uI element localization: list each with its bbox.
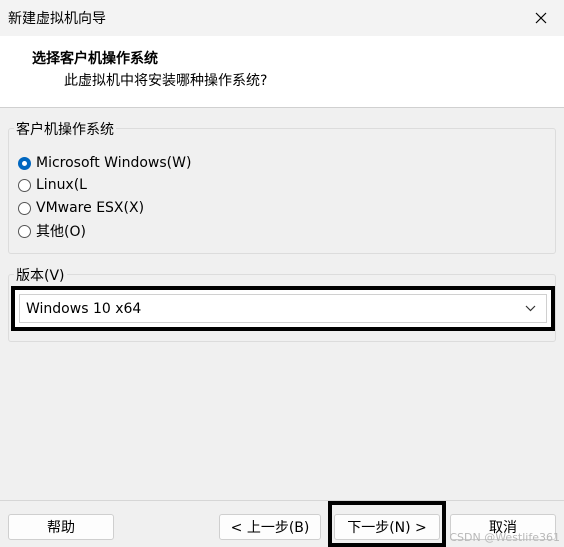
radio-vmware-esx[interactable]: VMware ESX(X): [18, 198, 144, 218]
radio-label: Microsoft Windows(W): [36, 155, 192, 171]
close-icon: [535, 12, 547, 24]
radio-label: 其他(O): [36, 224, 86, 240]
next-button[interactable]: 下一步(N) >: [334, 514, 440, 540]
chevron-down-icon: [525, 305, 536, 312]
version-dropdown[interactable]: Windows 10 x64: [19, 294, 547, 323]
page-subtitle: 此虚拟机中将安装哪种操作系统?: [64, 73, 268, 89]
radio-button[interactable]: [18, 224, 31, 238]
radio-button[interactable]: [18, 178, 31, 192]
page-title: 选择客户机操作系统: [32, 51, 158, 67]
radio-label: Linux(L: [36, 177, 87, 193]
help-button[interactable]: 帮助: [8, 514, 114, 540]
radio-other[interactable]: 其他(O): [18, 221, 86, 241]
close-button[interactable]: [518, 0, 564, 36]
version-dropdown-value: Windows 10 x64: [26, 300, 142, 317]
radio-label: VMware ESX(X): [36, 200, 145, 216]
footer-divider: [0, 500, 564, 501]
version-highlight-frame: Windows 10 x64: [11, 286, 555, 331]
title-bar: 新建虚拟机向导: [0, 0, 564, 36]
back-button[interactable]: < 上一步(B): [219, 514, 321, 540]
watermark: CSDN @Westlife361: [449, 531, 560, 544]
guest-os-group: [8, 128, 556, 254]
radio-windows[interactable]: Microsoft Windows(W): [18, 153, 191, 173]
version-legend: 版本(V): [14, 265, 67, 285]
radio-button[interactable]: [18, 201, 31, 215]
wizard-header: 选择客户机操作系统 此虚拟机中将安装哪种操作系统?: [0, 36, 564, 108]
radio-linux[interactable]: Linux(L: [18, 175, 87, 195]
radio-button-checked[interactable]: [18, 156, 31, 170]
guest-os-legend: 客户机操作系统: [14, 119, 116, 139]
window-title: 新建虚拟机向导: [8, 11, 106, 27]
